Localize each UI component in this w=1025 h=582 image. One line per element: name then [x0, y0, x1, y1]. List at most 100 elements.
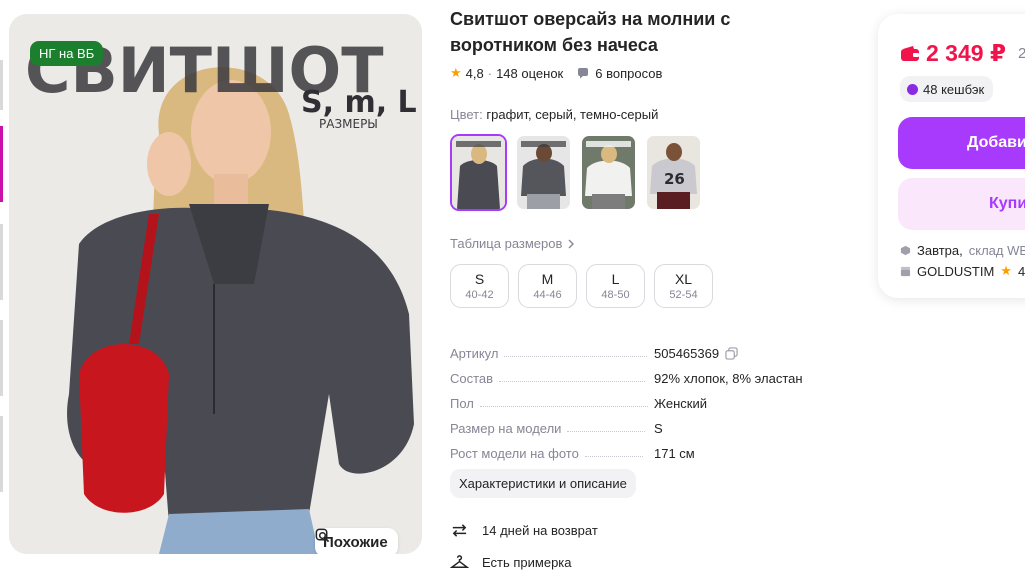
characteristics-button[interactable]: Характеристики и описание [450, 469, 636, 498]
color-label: Цвет: [450, 107, 483, 122]
swatch-white[interactable] [580, 134, 637, 211]
wallet-icon [901, 46, 919, 61]
product-title: Свитшот оверсайз на молнии с воротником … [450, 9, 731, 55]
shop-icon [900, 266, 911, 276]
specs-table: Артикул 505465369 Состав 92% хлопок, 8% … [450, 336, 830, 461]
star-icon: ★ [1000, 263, 1012, 278]
size-selector: S 40-42 M 44-46 L 48-50 XL 52-54 [450, 264, 713, 308]
spec-dots [479, 406, 648, 407]
search-similar-icon [315, 528, 330, 543]
separator-dot: · [487, 65, 493, 81]
size-ru: 44-46 [533, 289, 562, 301]
thumbnail[interactable] [0, 416, 3, 492]
size-option-m[interactable]: M 44-46 [518, 264, 577, 308]
swatch-image: 26 [647, 136, 700, 209]
thumbnail-prev[interactable] [0, 60, 3, 110]
chevron-right-icon [568, 239, 575, 248]
swatch-image [517, 136, 570, 209]
spec-dots [584, 456, 643, 457]
seller-rating: 4, [1017, 263, 1025, 279]
size-ru: 52-54 [669, 289, 698, 301]
spec-dots [504, 356, 648, 357]
seller-name: GOLDUSTIM [917, 263, 995, 279]
swatch-image [582, 136, 635, 209]
price-row: 2 349 ₽ 2 [900, 40, 1025, 67]
spec-label: Состав [450, 371, 494, 386]
reviews-link[interactable]: 148 оценок [496, 66, 563, 81]
spec-value: 92% хлопок, 8% эластан [654, 371, 803, 386]
article-number: 505465369 [654, 346, 720, 361]
thumbnail-rail[interactable] [0, 0, 8, 582]
size-ru: 48-50 [601, 289, 630, 301]
seller-row[interactable]: GOLDUSTIM ★ 4, [900, 263, 1025, 279]
delivery-row: Завтра, склад WB [900, 243, 1025, 258]
spec-dots [567, 431, 646, 432]
copy-icon[interactable] [725, 347, 738, 360]
new-year-badge: НГ на ВБ [30, 41, 104, 66]
spec-label: Рост модели на фото [450, 446, 579, 461]
size-name: XL [674, 271, 693, 287]
rating-value: 4,8 [465, 65, 484, 81]
return-arrows-icon [452, 524, 467, 537]
price: 2 349 ₽ [926, 40, 1006, 66]
size-name: L [611, 271, 620, 287]
spec-label: Артикул [450, 346, 499, 361]
swatch-grey-26[interactable]: 26 [645, 134, 702, 211]
fitting-perk[interactable]: Есть примерка [450, 553, 572, 572]
spec-row: Размер на модели S [450, 411, 830, 436]
spec-value: Женский [654, 396, 707, 411]
spec-value: 171 см [654, 446, 695, 461]
color-swatches: 26 [450, 134, 702, 211]
size-ru: 40-42 [465, 289, 494, 301]
size-option-s[interactable]: S 40-42 [450, 264, 509, 308]
similar-button[interactable]: Похожие [315, 528, 398, 554]
add-to-cart-button[interactable]: Добавить в корзину [898, 117, 1025, 169]
thumbnail[interactable] [0, 224, 3, 300]
spec-row: Пол Женский [450, 386, 830, 411]
sizes-caption: РАЗМЕРЫ [319, 117, 378, 131]
color-value: графит, серый, темно-серый [486, 107, 659, 122]
size-table-link[interactable]: Таблица размеров [450, 236, 575, 251]
cashback-icon [907, 83, 918, 95]
color-line: Цвет: графит, серый, темно-серый [450, 107, 658, 122]
spec-row: Состав 92% хлопок, 8% эластан [450, 361, 830, 386]
return-label: 14 дней на возврат [482, 523, 598, 538]
spec-label: Пол [450, 396, 474, 411]
old-price: 2 [1017, 45, 1025, 62]
box-icon [900, 245, 911, 256]
delivery-day: Завтра, [917, 243, 963, 258]
rating-row: ★ 4,8 · 148 оценок 6 вопросов [450, 65, 662, 81]
size-option-xl[interactable]: XL 52-54 [654, 264, 713, 308]
spec-row: Артикул 505465369 [450, 336, 830, 361]
spec-row: Рост модели на фото 171 см [450, 436, 830, 461]
cashback-badge: 48 кешбэк [900, 76, 994, 102]
thumbnail-active[interactable] [0, 126, 3, 202]
spec-value: 505465369 [654, 346, 738, 361]
size-table-label: Таблица размеров [450, 236, 563, 251]
buy-card: 2 349 ₽ 2 48 кешбэк Добавить в корзину К… [878, 14, 1025, 298]
spec-label: Размер на модели [450, 421, 562, 436]
size-name: M [541, 271, 554, 287]
star-icon: ★ [450, 65, 462, 80]
spec-value: S [654, 421, 663, 436]
buy-now-button[interactable]: Купить сейчас [898, 178, 1025, 230]
fitting-label: Есть примерка [482, 555, 572, 570]
question-icon [578, 68, 589, 79]
sizes-text: S, m, L [301, 85, 417, 120]
size-name: S [474, 271, 485, 287]
thumbnail[interactable] [0, 320, 3, 396]
return-perk[interactable]: 14 дней на возврат [450, 521, 598, 540]
similar-label: Похожие [323, 534, 388, 551]
cashback-label: 48 кешбэк [923, 81, 985, 97]
delivery-from: склад WB [968, 243, 1025, 258]
swatch-image [452, 136, 505, 209]
main-product-photo[interactable]: СВИТШОТ S, m, L РАЗМЕРЫ НГ на ВБ Похожие [9, 14, 422, 554]
product-photo-illustration: СВИТШОТ S, m, L РАЗМЕРЫ [9, 14, 422, 554]
swatch-graphite[interactable] [450, 134, 507, 211]
size-option-l[interactable]: L 48-50 [586, 264, 645, 308]
hanger-icon [450, 555, 469, 568]
questions-link[interactable]: 6 вопросов [595, 66, 662, 81]
spec-dots [499, 381, 646, 382]
swatch-grey[interactable] [515, 134, 572, 211]
svg-text:26: 26 [664, 170, 685, 188]
